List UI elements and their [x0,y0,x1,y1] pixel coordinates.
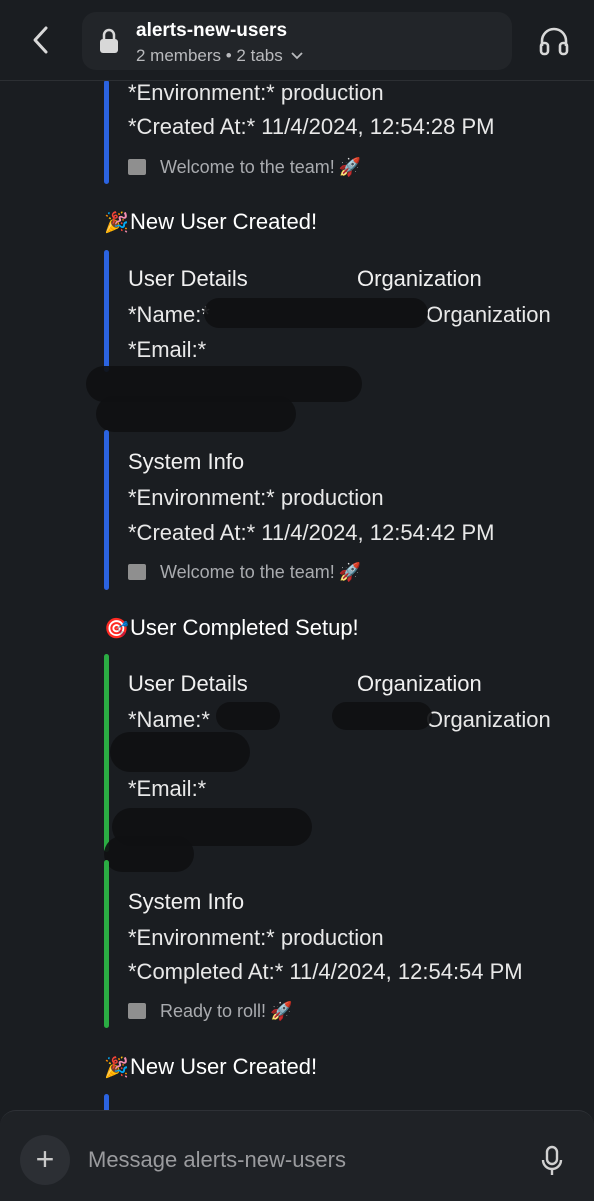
party-popper-icon: 🎉 [104,212,129,234]
channel-header: alerts-new-users 2 members • 2 tabs [0,0,594,81]
chevron-down-icon [291,52,304,60]
system-info-label: System Info [128,449,245,474]
footer-text: Welcome to the team! [160,562,335,582]
channel-name: alerts-new-users [136,20,288,41]
redaction [96,396,296,432]
message-input[interactable] [86,1143,510,1177]
system-info-label: System Info [128,889,245,914]
box-icon [128,1003,146,1019]
environment-line: *Environment:* production [128,80,384,105]
party-popper-icon: 🎉 [104,1057,129,1079]
attachment-bar [104,430,109,590]
message-title: 🎉New User Created! [104,209,317,235]
plus-icon[interactable]: + [20,1135,70,1185]
organization-label: Organization [357,671,482,696]
user-details-label: User Details [128,671,248,696]
attachment-bar [104,250,109,372]
back-icon[interactable] [26,24,58,56]
message-feed[interactable]: *Environment:* production *Created At:* … [0,80,594,1110]
message-title: 🎉New User Created! [104,1054,317,1080]
user-details-label: User Details [128,266,248,291]
message-footer: Ready to roll! 🚀 [128,1001,292,1022]
environment-line: *Environment:* production [128,925,384,950]
message-composer: + [0,1110,594,1201]
channel-info-button[interactable]: alerts-new-users 2 members • 2 tabs [82,12,512,70]
attachment-bar [104,860,109,1028]
created-at-line: *Created At:* 11/4/2024, 12:54:42 PM [128,520,495,545]
channel-subtitle: 2 members • 2 tabs [136,46,304,66]
microphone-icon[interactable] [540,1145,564,1177]
name-label: *Name:* [128,707,210,732]
message-title: 🎯User Completed Setup! [104,615,359,641]
attachment-bar [104,80,109,184]
email-label: *Email:* [128,337,207,362]
organization-label: Organization [357,266,482,291]
redaction [204,298,428,328]
redaction [104,836,194,872]
headphones-icon[interactable] [538,26,570,56]
box-icon [128,564,146,580]
organization-value: Organization [426,707,551,732]
organization-value: Organization [426,302,551,327]
message-title-text: New User Created! [130,1054,318,1079]
message-footer: Welcome to the team! 🚀 [128,157,361,178]
rocket-icon: 🚀 [270,1001,293,1021]
message-footer: Welcome to the team! 🚀 [128,562,361,583]
created-at-line: *Created At:* 11/4/2024, 12:54:28 PM [128,114,495,139]
footer-text: Ready to roll! [160,1001,267,1021]
message-title-text: User Completed Setup! [130,615,359,640]
target-icon: 🎯 [104,618,129,640]
box-icon [128,159,146,175]
redaction [216,702,280,730]
rocket-icon: 🚀 [338,157,362,177]
footer-text: Welcome to the team! [160,157,335,177]
attachment-bar [104,654,109,852]
redaction [332,702,432,730]
channel-meta: 2 members • 2 tabs [136,46,283,65]
redaction [110,732,250,772]
name-label: *Name:* [128,302,210,327]
email-label: *Email:* [128,776,207,801]
message-title-text: New User Created! [130,209,318,234]
attachment-bar [104,1094,109,1110]
completed-at-line: *Completed At:* 11/4/2024, 12:54:54 PM [128,959,523,984]
environment-line: *Environment:* production [128,485,384,510]
lock-icon [100,28,118,53]
rocket-icon: 🚀 [338,562,362,582]
